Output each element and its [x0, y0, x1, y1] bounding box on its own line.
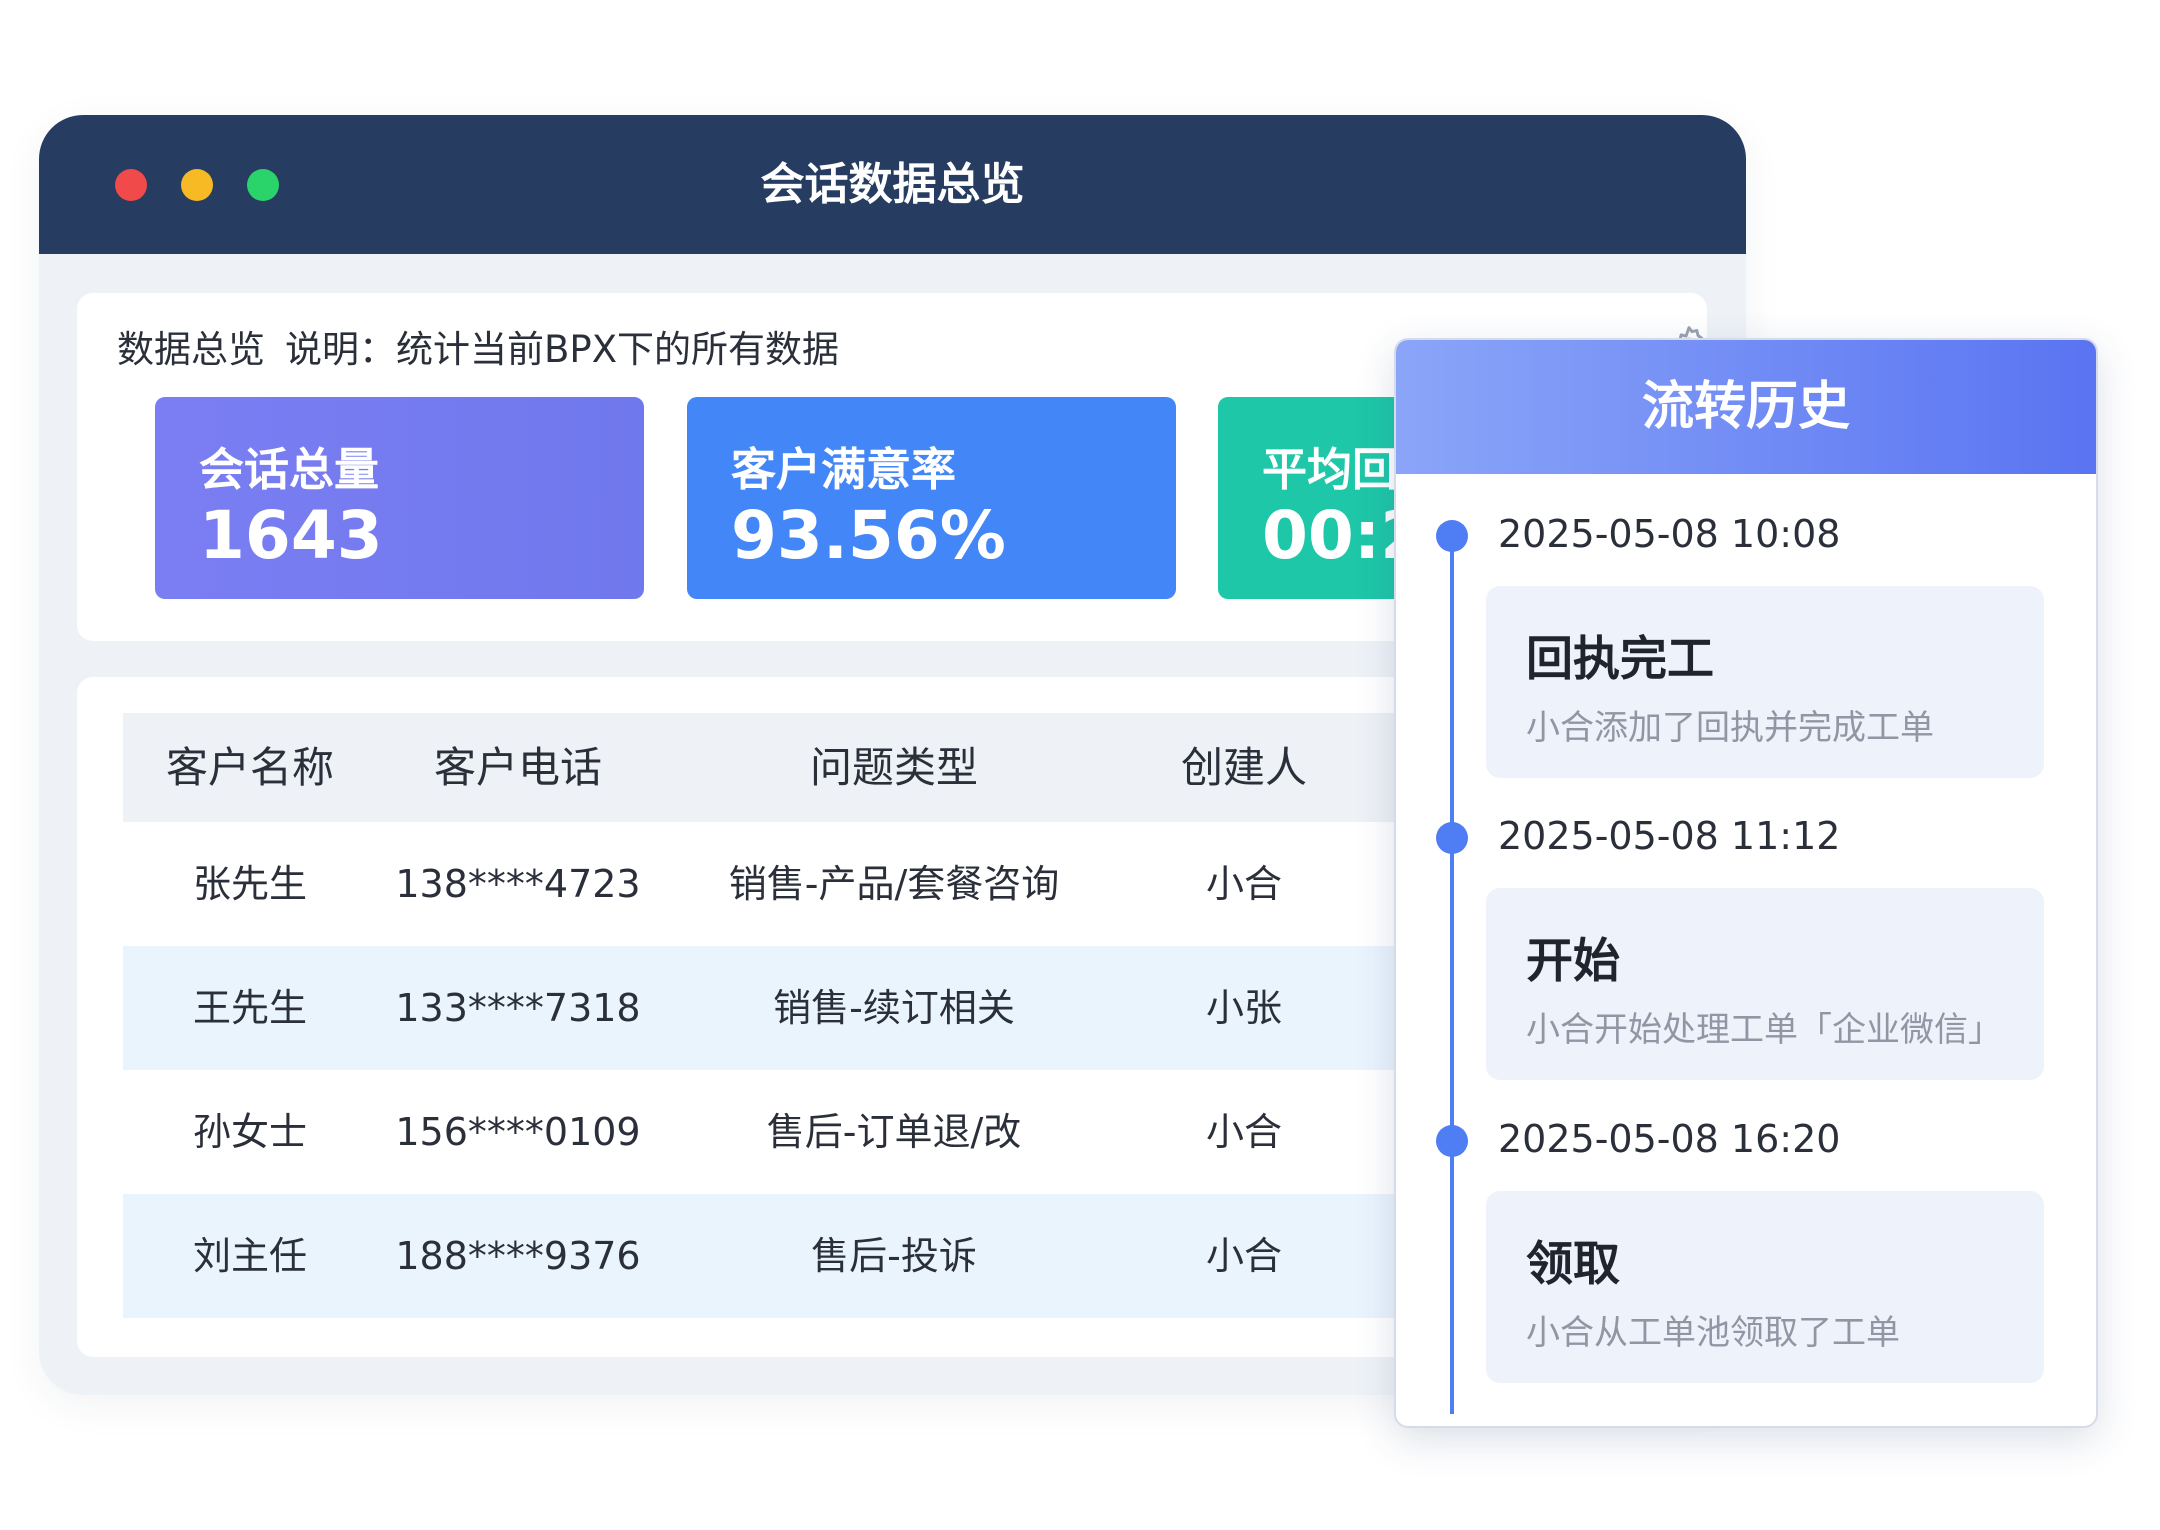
cell-issue-type: 售后-订单退/改 [766, 1110, 1022, 1154]
timeline-dot-icon [1436, 520, 1468, 552]
cell-creator: 小合 [1205, 862, 1282, 906]
event-time: 2025-05-08 10:08 [1498, 512, 1841, 556]
cell-customer-name: 王先生 [192, 986, 307, 1030]
cell-creator: 小合 [1205, 1234, 1282, 1278]
cell-customer-phone: 138****4723 [395, 862, 641, 906]
stat-card-label: 客户满意率 [731, 443, 957, 496]
cell-issue-type: 售后-投诉 [811, 1234, 977, 1278]
event-description: 小合开始处理工单「企业微信」 [1526, 1010, 2002, 1050]
event-title: 开始 [1526, 934, 1620, 989]
event-card[interactable]: 领取 小合从工单池领取了工单 [1486, 1191, 2044, 1383]
cell-creator: 小张 [1205, 986, 1282, 1030]
stat-card-satisfaction[interactable]: 客户满意率 93.56% [687, 397, 1176, 599]
event-description: 小合添加了回执并完成工单 [1526, 708, 1934, 748]
stat-card-value: 93.56% [731, 497, 1006, 574]
history-panel: 流转历史 2025-05-08 10:08 回执完工 小合添加了回执并完成工单 … [1394, 338, 2098, 1428]
stat-card-label: 会话总量 [199, 443, 380, 496]
cell-customer-name: 张先生 [192, 862, 307, 906]
cell-issue-type: 销售-续订相关 [773, 986, 1015, 1030]
title-bar: 会话数据总览 [39, 115, 1746, 254]
history-header: 流转历史 [1396, 340, 2096, 474]
cell-customer-name: 孙女士 [192, 1110, 307, 1154]
cell-customer-phone: 156****0109 [395, 1110, 641, 1154]
cell-issue-type: 销售-产品/套餐咨询 [728, 862, 1060, 906]
cell-customer-name: 刘主任 [192, 1234, 307, 1278]
timeline-dot-icon [1436, 1125, 1468, 1157]
event-time: 2025-05-08 16:20 [1498, 1117, 1841, 1161]
timeline-dot-icon [1436, 822, 1468, 854]
overview-title: 数据总览 [117, 328, 265, 371]
stat-card-value: 1643 [199, 497, 383, 574]
event-description: 小合从工单池领取了工单 [1526, 1313, 1900, 1353]
cell-customer-phone: 188****9376 [395, 1234, 641, 1278]
event-card[interactable]: 回执完工 小合添加了回执并完成工单 [1486, 586, 2044, 778]
event-title: 回执完工 [1526, 632, 1714, 687]
cell-creator: 小合 [1205, 1110, 1282, 1154]
event-time: 2025-05-08 11:12 [1498, 814, 1841, 858]
overview-description: 说明：统计当前BPX下的所有数据 [285, 328, 840, 371]
stat-card-total-sessions[interactable]: 会话总量 1643 [155, 397, 644, 599]
event-card[interactable]: 开始 小合开始处理工单「企业微信」 [1486, 888, 2044, 1080]
column-header[interactable]: 客户电话 [377, 713, 659, 822]
event-title: 领取 [1526, 1237, 1620, 1292]
window-title: 会话数据总览 [760, 159, 1025, 210]
column-header[interactable]: 创建人 [1129, 713, 1359, 822]
cell-customer-phone: 133****7318 [395, 986, 641, 1030]
history-title: 流转历史 [1641, 377, 1850, 437]
timeline-line [1450, 534, 1454, 1414]
overview-heading: 数据总览 说明：统计当前BPX下的所有数据 [117, 319, 839, 373]
column-header[interactable]: 问题类型 [659, 713, 1129, 822]
column-header[interactable]: 客户名称 [123, 713, 377, 822]
